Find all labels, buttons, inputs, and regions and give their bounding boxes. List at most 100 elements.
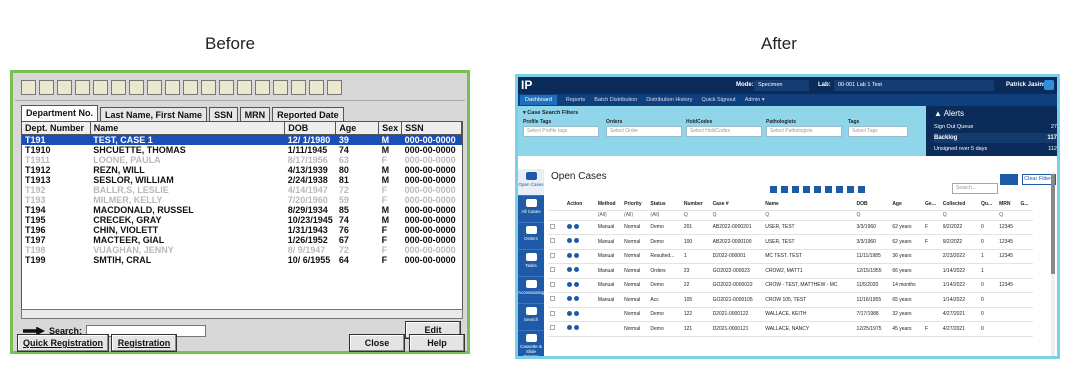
table-row[interactable]: Manual Normal Demo 22 GO2022-0000022 CROW - T… [548, 278, 1033, 293]
row-checkbox[interactable] [550, 296, 555, 302]
table-row[interactable]: T197 MACTEER, GIAL 1/26/1952 67 F 000-00-0000 [22, 235, 462, 245]
share-icon[interactable] [847, 186, 854, 193]
column-header[interactable]: Action [564, 198, 596, 211]
gear-icon[interactable] [1044, 80, 1054, 90]
column-header[interactable]: Ge... [923, 198, 941, 211]
column-header[interactable]: Case # [710, 198, 764, 211]
edit-icon[interactable] [792, 186, 799, 193]
open-icon[interactable] [573, 325, 579, 331]
side-item[interactable]: Orders [518, 223, 544, 250]
filter-cell[interactable] [564, 210, 596, 221]
filter-select[interactable]: Select Profile tags [523, 126, 599, 137]
print-icon[interactable] [39, 80, 54, 95]
alert-row[interactable]: Unsigned over 5 days 112 [934, 144, 1057, 154]
table-row[interactable]: Manual Normal Orders 23 GO2022-000023 CROW2, … [548, 263, 1033, 279]
print-alt-icon[interactable] [814, 186, 821, 193]
search-input[interactable]: Search... [952, 183, 998, 194]
tab-4[interactable]: Reported Date [272, 107, 344, 121]
filter-cell[interactable] [890, 210, 924, 221]
open-icon[interactable] [573, 267, 579, 273]
side-item[interactable]: Accessioning [518, 277, 545, 304]
column-header[interactable]: Age [890, 198, 924, 211]
copy-icon[interactable] [858, 186, 865, 193]
table-row[interactable]: T196 CHIN, VIOLETT 1/31/1943 76 F 000-00-0000 [22, 225, 462, 235]
search-icon[interactable] [93, 80, 108, 95]
column-header[interactable]: G... [1018, 198, 1033, 211]
tab-1[interactable]: Last Name, First Name [100, 107, 208, 121]
column-header[interactable]: Dept. Number [22, 122, 91, 135]
list-icon[interactable] [219, 80, 234, 95]
off-icon[interactable] [165, 80, 180, 95]
open-icon[interactable] [573, 252, 579, 258]
table-row[interactable]: Normal Demo 122 D2021-0000122 WALLACE, KEITH… [548, 307, 1033, 322]
calendar-icon[interactable] [183, 80, 198, 95]
nav-item[interactable]: Batch Distribution [594, 97, 637, 103]
filter-cell[interactable]: (All) [622, 210, 649, 221]
column-header[interactable]: Collected [940, 198, 979, 211]
column-header[interactable]: Status [648, 198, 682, 211]
view-icon[interactable] [566, 310, 572, 316]
select-cell[interactable] [548, 321, 565, 337]
cut-icon[interactable] [57, 80, 72, 95]
table-row[interactable]: T199 SMTIH, CRAL 10/ 6/1955 64 F 000-00-0000 [22, 255, 462, 265]
filters-title[interactable]: ▾ Case Search Filters [523, 110, 578, 116]
close-button[interactable]: Close [349, 334, 405, 352]
mail-icon[interactable] [825, 186, 832, 193]
quick-registration-button[interactable]: Quick Registration [17, 334, 109, 352]
nav-item[interactable]: Distribution History [646, 97, 692, 103]
select-cell[interactable] [548, 292, 565, 308]
horizontal-scrollbar[interactable] [21, 309, 463, 319]
paste-icon[interactable] [75, 80, 90, 95]
filter-cell[interactable] [923, 210, 941, 221]
table-row[interactable]: Manual Normal Acc 105 GO2021-0000105 CROW 105… [548, 292, 1033, 308]
open-icon[interactable] [573, 238, 579, 244]
column-header[interactable]: DOB [854, 198, 891, 211]
table-row[interactable]: T1912 REZN, WILL 4/13/1939 80 M 000-00-0000 [22, 165, 462, 175]
download-icon[interactable] [781, 186, 788, 193]
select-cell[interactable] [548, 234, 565, 250]
column-header[interactable]: Qu... [979, 198, 998, 211]
view-icon[interactable] [566, 296, 572, 302]
filter-cell[interactable]: (All) [648, 210, 682, 221]
globe-icon[interactable] [147, 80, 162, 95]
table-row[interactable]: Manual Normal Demo 201 AB2022-0000201 USER, T… [548, 220, 1033, 235]
side-item[interactable]: All Cases [518, 196, 544, 223]
table-row[interactable]: T1910 SHCUETTE, THOMAS 1/11/1945 74 M 000-00-… [22, 145, 462, 155]
filter-cell[interactable]: Q [997, 210, 1019, 221]
select-cell[interactable] [548, 307, 565, 322]
view-icon[interactable] [566, 223, 572, 229]
column-header[interactable]: Priority [622, 198, 649, 211]
open-icon[interactable] [573, 296, 579, 302]
nav-item[interactable]: Admin ▾ [745, 97, 765, 103]
nav-item[interactable]: Dashboard [520, 95, 557, 105]
vertical-scrollbar[interactable] [1051, 172, 1055, 356]
table-row[interactable]: T198 VUAGHAN, JENNY 8/ 9/1947 72 F 000-00-000… [22, 245, 462, 255]
column-header[interactable]: Number [681, 198, 711, 211]
tab-0[interactable]: Department No. [21, 105, 99, 121]
mode-select[interactable]: Specimen [754, 80, 809, 91]
table-row[interactable]: T1913 SESLOR, WILLIAM 2/24/1938 81 M 000-00-0… [22, 175, 462, 185]
view-icon[interactable] [566, 325, 572, 331]
row-checkbox[interactable] [550, 325, 555, 331]
column-header[interactable]: Method [595, 198, 623, 211]
person-icon[interactable] [327, 80, 342, 95]
side-item[interactable]: Tasks [518, 250, 544, 277]
select-cell[interactable] [548, 278, 565, 293]
doc-icon[interactable] [836, 186, 843, 193]
alert-row[interactable]: Backlog 117 [934, 133, 1057, 143]
row-checkbox[interactable] [550, 267, 555, 273]
select-cell[interactable] [548, 220, 565, 235]
book-icon[interactable] [255, 80, 270, 95]
row-checkbox[interactable] [550, 281, 555, 287]
column-header[interactable]: Name [90, 122, 286, 135]
filter-cell[interactable]: Q [710, 210, 764, 221]
column-header[interactable]: DOB [284, 122, 337, 135]
table-row[interactable]: T191 TEST, CASE 1 12/ 1/1980 39 M 000-00-0000 [22, 134, 462, 145]
table-row[interactable]: T194 MACDONALD, RUSSEL 8/29/1934 85 M 000-00-… [22, 205, 462, 215]
table-row[interactable]: Normal Demo 121 D2021-0000121 WALLACE, NANCY… [548, 321, 1033, 337]
print-icon[interactable] [803, 186, 810, 193]
filter-toggle-button[interactable] [1000, 174, 1018, 185]
side-item[interactable]: Search [518, 304, 544, 331]
filter-icon[interactable] [770, 186, 777, 193]
filter-cell[interactable] [548, 210, 565, 221]
